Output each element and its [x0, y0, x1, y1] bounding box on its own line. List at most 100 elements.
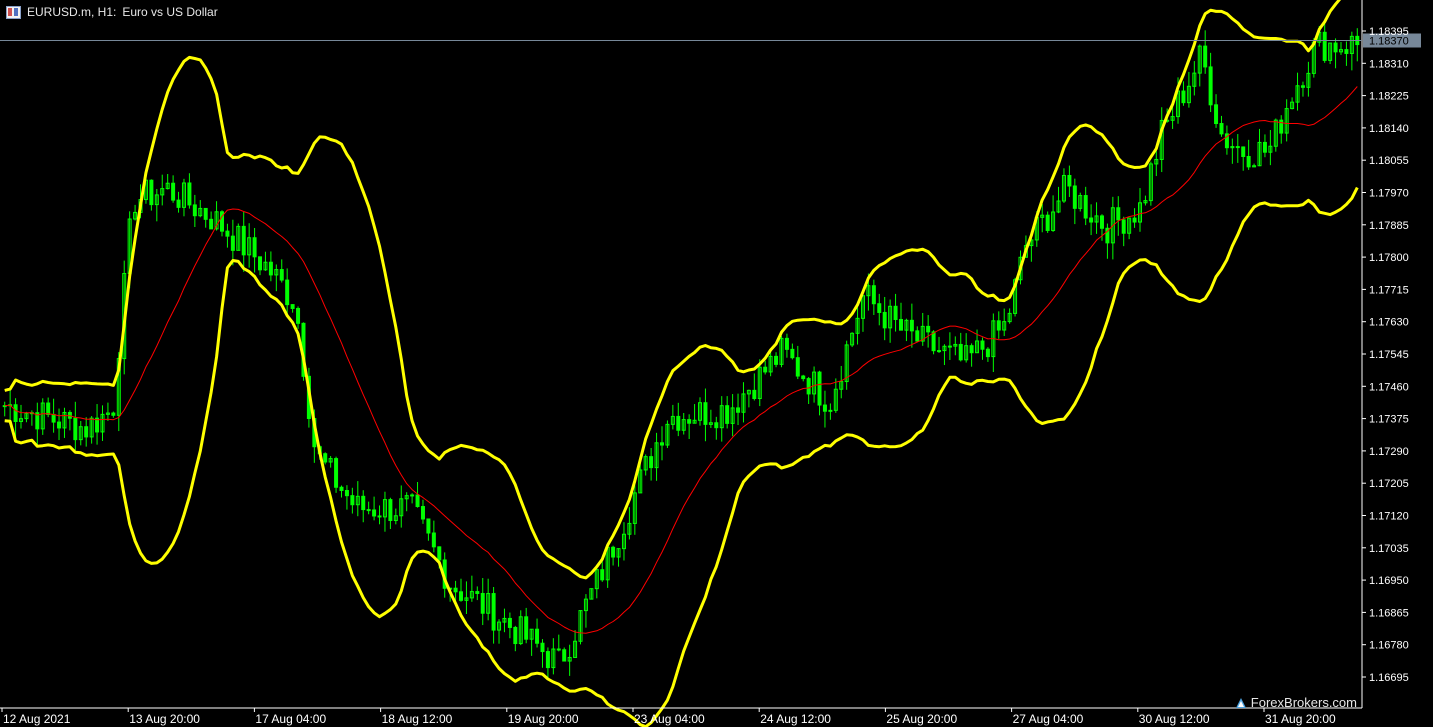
candle-body — [1300, 85, 1305, 88]
candle-body — [937, 350, 942, 353]
candle-body — [562, 649, 567, 662]
candle-body — [556, 648, 561, 651]
symbol-timeframe: EURUSD.m, H1: — [27, 5, 117, 19]
candle-body — [714, 422, 719, 429]
candle-body — [898, 318, 903, 331]
candle-body — [1067, 174, 1072, 187]
candle-body — [822, 404, 827, 412]
y-tick-label: 1.16950 — [1369, 575, 1409, 587]
candle-body — [703, 402, 708, 425]
y-tick-label: 1.17035 — [1369, 543, 1409, 555]
chart-window-icon — [6, 5, 21, 19]
candle-body — [84, 426, 89, 438]
x-tick-label: 31 Aug 20:00 — [1265, 712, 1336, 726]
candle-body — [1045, 214, 1050, 231]
candle-body — [57, 421, 62, 429]
candle-body — [426, 518, 431, 534]
candle-body — [828, 409, 833, 412]
candle-body — [187, 182, 192, 206]
candle-body — [985, 348, 990, 358]
candle-body — [947, 345, 952, 348]
candle-body — [209, 218, 214, 230]
candle-body — [676, 415, 681, 431]
candle-body — [334, 458, 339, 488]
x-tick-label: 13 Aug 20:00 — [129, 712, 200, 726]
candle-body — [817, 371, 822, 406]
candle-body — [752, 389, 757, 400]
y-tick-label: 1.17630 — [1369, 317, 1409, 329]
bollinger-lower-band — [4, 186, 1359, 727]
candle-body — [225, 230, 230, 237]
candle-body — [915, 330, 920, 342]
candle-body — [388, 499, 393, 521]
candle-body — [524, 616, 529, 640]
candle-body — [1241, 146, 1246, 157]
candle-body — [1246, 155, 1251, 168]
candle-body — [931, 331, 936, 352]
candle-body — [535, 628, 540, 644]
candle-body — [13, 404, 18, 423]
candle-body — [801, 375, 806, 380]
candle-body — [540, 642, 545, 653]
candle-body — [366, 509, 371, 512]
candle-body — [230, 235, 235, 251]
candle-body — [513, 626, 518, 645]
candle-body — [171, 182, 176, 201]
x-tick-label: 27 Aug 04:00 — [1013, 712, 1084, 726]
candle-body — [969, 345, 974, 354]
candle-body — [784, 337, 789, 350]
candle-body — [176, 199, 181, 208]
candle-body — [323, 453, 328, 463]
candle-body — [1089, 217, 1094, 223]
candle-body — [1208, 66, 1213, 106]
candle-body — [258, 256, 263, 271]
forexbrokers-logo-icon — [1235, 697, 1246, 708]
candle-body — [241, 225, 246, 256]
candle-body — [806, 378, 811, 395]
y-tick-label: 1.18310 — [1369, 58, 1409, 70]
candle-body — [51, 413, 56, 423]
x-tick-label: 24 Aug 12:00 — [760, 712, 831, 726]
y-tick-label: 1.17375 — [1369, 414, 1409, 426]
candle-body — [980, 340, 985, 350]
candle-body — [415, 494, 420, 508]
candle-body — [1203, 45, 1208, 68]
candle-body — [73, 417, 78, 441]
candle-body — [1333, 42, 1338, 53]
y-tick-label: 1.17800 — [1369, 252, 1409, 264]
candle-body — [268, 261, 273, 276]
bollinger-upper-band — [4, 0, 1342, 580]
candle-body — [290, 304, 295, 309]
candle-body — [1083, 195, 1088, 219]
candle-body — [507, 617, 512, 628]
candle-body — [725, 405, 730, 424]
candle-body — [1344, 49, 1349, 54]
y-tick-label: 1.17120 — [1369, 511, 1409, 523]
candle-body — [877, 303, 882, 313]
candle-body — [431, 532, 436, 548]
candle-body — [774, 355, 779, 365]
candle-body — [252, 237, 257, 258]
candle-body — [600, 569, 605, 581]
candle-body — [372, 509, 377, 517]
candle-body — [339, 486, 344, 491]
y-tick-label: 1.18140 — [1369, 123, 1409, 135]
candle-body — [350, 495, 355, 506]
candle-body — [480, 592, 485, 614]
y-tick-label: 1.17885 — [1369, 220, 1409, 232]
y-tick-label: 1.18395 — [1369, 26, 1409, 38]
y-tick-label: 1.17715 — [1369, 284, 1409, 296]
candle-body — [344, 489, 349, 497]
candle-body — [149, 179, 154, 206]
candle-body — [46, 402, 51, 415]
x-tick-label: 19 Aug 20:00 — [508, 712, 579, 726]
candle-body — [545, 651, 550, 669]
y-tick-label: 1.17290 — [1369, 446, 1409, 458]
candle-body — [763, 366, 768, 373]
candle-body — [736, 407, 741, 413]
candle-body — [996, 320, 1001, 331]
x-tick-label: 12 Aug 2021 — [3, 712, 71, 726]
chart-canvas[interactable]: 1.183701.183951.183101.182251.181401.180… — [0, 0, 1433, 727]
watermark-text: ForexBrokers.com — [1250, 695, 1357, 710]
chart-header: EURUSD.m, H1: Euro vs US Dollar — [6, 3, 218, 21]
